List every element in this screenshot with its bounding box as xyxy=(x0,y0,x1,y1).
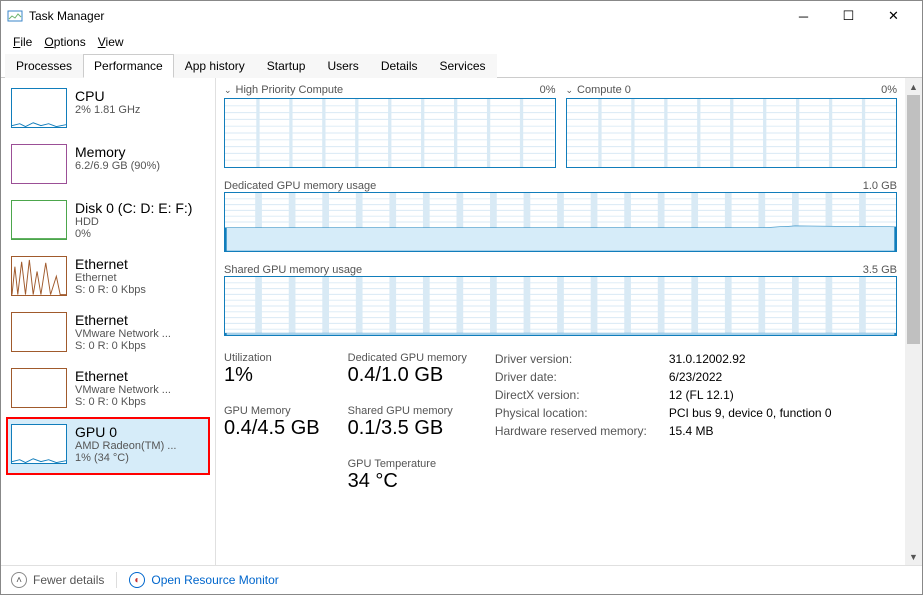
stat-value: 0.1/3.5 GB xyxy=(348,417,467,440)
minimize-button[interactable]: ─ xyxy=(781,1,826,31)
sidebar-item-label: CPU xyxy=(75,88,140,104)
info-value: 15.4 MB xyxy=(669,424,714,438)
menu-file[interactable]: File xyxy=(9,33,36,51)
graph-label: Shared GPU memory usage xyxy=(224,264,863,276)
cpu-thumb xyxy=(11,88,67,128)
tab-services[interactable]: Services xyxy=(429,54,497,78)
stat-label: Dedicated GPU memory xyxy=(348,352,467,364)
memory-thumb xyxy=(11,144,67,184)
menu-options[interactable]: Options xyxy=(40,33,89,51)
sidebar-item-memory[interactable]: Memory6.2/6.9 GB (90%) xyxy=(7,138,209,194)
stat-value: 0.4/4.5 GB xyxy=(224,417,320,440)
tab-users[interactable]: Users xyxy=(316,54,369,78)
sidebar: CPU2% 1.81 GHz Memory6.2/6.9 GB (90%) Di… xyxy=(1,78,216,565)
info-key: DirectX version: xyxy=(495,388,655,402)
stat-label: Utilization xyxy=(224,352,320,364)
chevron-down-icon[interactable]: ⌄ xyxy=(566,85,574,96)
sidebar-item-label: Disk 0 (C: D: E: F:) xyxy=(75,200,192,216)
sidebar-item-gpu0[interactable]: GPU 0AMD Radeon(TM) ...1% (34 °C) xyxy=(7,418,209,474)
sidebar-item-label: GPU 0 xyxy=(75,424,176,440)
sidebar-item-disk0[interactable]: Disk 0 (C: D: E: F:)HDD0% xyxy=(7,194,209,250)
stat-label: GPU Memory xyxy=(224,405,320,417)
app-icon xyxy=(7,8,23,24)
info-value: PCI bus 9, device 0, function 0 xyxy=(669,406,832,420)
tab-startup[interactable]: Startup xyxy=(256,54,317,78)
open-resource-monitor-link[interactable]: ◐ Open Resource Monitor xyxy=(129,572,278,588)
scroll-up-button[interactable]: ▲ xyxy=(905,78,922,95)
disk-thumb xyxy=(11,200,67,240)
stat-label: Shared GPU memory xyxy=(348,405,467,417)
maximize-button[interactable]: ☐ xyxy=(826,1,871,31)
graph-label: Dedicated GPU memory usage xyxy=(224,180,863,192)
tab-performance[interactable]: Performance xyxy=(83,54,174,78)
scroll-thumb[interactable] xyxy=(907,95,920,344)
stat-label: GPU Temperature xyxy=(348,458,467,470)
separator xyxy=(116,572,117,588)
graph-shared-mem[interactable] xyxy=(224,276,897,336)
sidebar-item-eth0[interactable]: EthernetEthernetS: 0 R: 0 Kbps xyxy=(7,250,209,306)
chevron-down-icon[interactable]: ⌄ xyxy=(224,85,232,96)
info-value: 31.0.12002.92 xyxy=(669,352,746,366)
menu-view[interactable]: View xyxy=(94,33,128,51)
footer: ˄ Fewer details ◐ Open Resource Monitor xyxy=(1,565,922,594)
sidebar-item-label: Memory xyxy=(75,144,160,160)
scroll-track[interactable] xyxy=(905,95,922,548)
scrollbar[interactable]: ▲ ▼ xyxy=(905,78,922,565)
graph-dedicated-mem[interactable] xyxy=(224,192,897,252)
info-key: Driver date: xyxy=(495,370,655,384)
resource-monitor-icon: ◐ xyxy=(129,572,145,588)
eth-thumb xyxy=(11,256,67,296)
gpu-thumb xyxy=(11,424,67,464)
sidebar-item-eth2[interactable]: EthernetVMware Network ...S: 0 R: 0 Kbps xyxy=(7,362,209,418)
window-title: Task Manager xyxy=(29,9,781,23)
info-key: Physical location: xyxy=(495,406,655,420)
info-key: Driver version: xyxy=(495,352,655,366)
fewer-details-link[interactable]: ˄ Fewer details xyxy=(11,572,104,588)
sidebar-item-label: Ethernet xyxy=(75,368,171,384)
tab-processes[interactable]: Processes xyxy=(5,54,83,78)
eth-thumb xyxy=(11,368,67,408)
close-button[interactable]: ✕ xyxy=(871,1,916,31)
stat-value: 34 °C xyxy=(348,470,467,493)
info-value: 6/23/2022 xyxy=(669,370,722,384)
tab-details[interactable]: Details xyxy=(370,54,429,78)
stat-value: 0.4/1.0 GB xyxy=(348,364,467,387)
sidebar-item-cpu[interactable]: CPU2% 1.81 GHz xyxy=(7,82,209,138)
stat-value: 1% xyxy=(224,364,320,387)
info-key: Hardware reserved memory: xyxy=(495,424,655,438)
info-value: 12 (FL 12.1) xyxy=(669,388,734,402)
tab-app-history[interactable]: App history xyxy=(174,54,256,78)
main-panel: ⌄High Priority Compute0% ⌄Compute 00% De… xyxy=(220,78,905,565)
chevron-up-icon: ˄ xyxy=(11,572,27,588)
sidebar-item-eth1[interactable]: EthernetVMware Network ...S: 0 R: 0 Kbps xyxy=(7,306,209,362)
titlebar[interactable]: Task Manager ─ ☐ ✕ xyxy=(1,1,922,31)
menubar: File Options View xyxy=(1,31,922,53)
graph-compute-0[interactable] xyxy=(566,98,898,168)
tab-bar: Processes Performance App history Startu… xyxy=(1,53,922,78)
graph-hp-compute[interactable] xyxy=(224,98,556,168)
eth-thumb xyxy=(11,312,67,352)
scroll-down-button[interactable]: ▼ xyxy=(905,548,922,565)
sidebar-item-label: Ethernet xyxy=(75,312,171,328)
graph-label: Compute 0 xyxy=(577,84,881,96)
sidebar-item-label: Ethernet xyxy=(75,256,146,272)
graph-label: High Priority Compute xyxy=(236,84,540,96)
